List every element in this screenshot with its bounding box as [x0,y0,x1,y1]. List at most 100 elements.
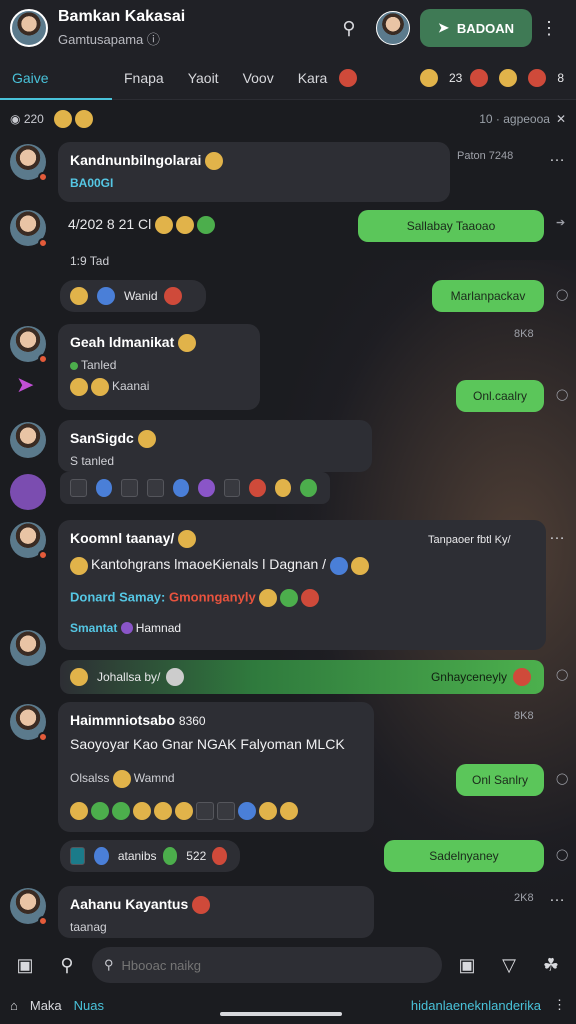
message-input[interactable] [121,957,430,973]
avatar[interactable] [10,474,46,510]
message-sub: taanag [70,920,107,935]
message-bubble[interactable]: Kandnunbilngolarai BA00GI [58,142,450,202]
emoji-icon [197,216,216,235]
message-meta: 2K8 [514,892,534,904]
header-action-label: BADOAN [456,20,514,36]
tab-badge-count: 23 [448,70,463,85]
outgoing-message[interactable]: Sadelnyaney [384,840,544,872]
reaction-icon [470,68,489,87]
bottom-left2-label[interactable]: Nuas [74,998,104,1013]
avatar[interactable] [10,522,48,560]
bag-icon[interactable]: ☘ [534,948,568,982]
message-line: 4/202 8 21 Cl [68,216,218,235]
message-author: SanSigdc [70,430,360,449]
status-icon: ◯ [556,849,569,861]
avatar[interactable] [10,144,48,182]
emoji-strip [70,802,362,821]
status-left-count: 220 [23,112,44,126]
close-icon[interactable]: ✕ [556,112,566,126]
image-icon[interactable]: ▣ [450,948,484,982]
bottom-nav: ⌂ Maka Nuas hidanlaeneknlanderika ⋮ [0,986,576,1024]
emoji-icon [74,110,93,128]
tab-badges: 23 8 [419,68,576,87]
avatar[interactable] [10,422,46,458]
message-inner: Kaanai [70,378,248,397]
more-icon[interactable]: … [549,148,566,166]
message-input-box[interactable]: ⚲ [92,947,442,983]
emoji-icon [178,334,197,353]
heart-icon [419,68,438,87]
avatar[interactable] [10,326,48,364]
search-icon: ⚲ [104,957,114,972]
chat-list: Kandnunbilngolarai BA00GI Paton 7248 … 4… [0,136,576,944]
message-sub: Tanled [70,358,248,372]
message-meta: Tanpaoer fbtl Ky/ [428,534,511,546]
avatar[interactable] [10,210,48,248]
message-bar-left: Johallsa by/ [97,670,161,684]
status-icon: ◯ [556,289,569,301]
message-tag: BA00GI [70,176,114,191]
tab-4[interactable]: Kara [286,56,340,100]
reaction-chip[interactable]: Wanid [60,280,206,312]
message-bubble[interactable]: SanSigdc S tanled [58,420,372,472]
pin-icon: ➤ [16,372,35,397]
shield-icon[interactable]: ▽ [492,948,526,982]
chat-title: Bamkan Kakasai [58,8,186,25]
home-icon[interactable]: ⌂ [10,998,18,1013]
emoji-icon [70,668,88,686]
tab-emoji-icon [339,68,358,87]
reaction-chip-label: atanibs [117,849,157,863]
tab-2[interactable]: Yaoit [176,56,231,100]
emoji-icon [70,287,88,305]
avatar[interactable] [10,630,46,666]
composer: ▣ ⚲ ⚲ ▣ ▽ ☘ [0,944,576,986]
tab-1[interactable]: Fnapa [112,56,176,100]
message-sub: 1:9 Tad [70,254,110,268]
message-bubble[interactable]: Haimmniotsabo 8360 Saoyoyar Kao Gnar NGA… [58,702,374,832]
outgoing-message[interactable]: Onl.caalry [456,380,544,412]
emoji-icon [499,68,518,87]
more-icon[interactable]: ⋮ [553,997,566,1013]
avatar[interactable] [10,704,48,742]
message-text: Kantohgrans lmaoeKienals l Dagnan / [70,556,534,575]
chat-header: Bamkan Kakasai Gamtusapama ⓘ ⚲ ➤ BADOAN … [0,0,576,56]
message-author: Aahanu Kayantus [70,896,362,915]
more-icon[interactable]: … [549,526,566,544]
outgoing-message[interactable]: Sallabay Taaoao [358,210,544,242]
outgoing-message[interactable]: Onl Sanlry [456,764,544,796]
emoji-icon [205,152,224,171]
message-bubble[interactable]: Aahanu Kayantus taanag [58,886,374,938]
reply-icon[interactable]: ➔ [556,216,565,229]
emoji-icon [137,430,156,449]
emoji-icon [97,287,115,305]
message-text: Donard Samay: Gmonnganyly [70,588,534,607]
message-bubble[interactable]: Geah ldmanikat Tanled Kaanai [58,324,260,410]
tab-3[interactable]: Voov [231,56,286,100]
header-action-button[interactable]: ➤ BADOAN [420,9,532,47]
reaction-chip[interactable]: atanibs 522 [60,840,240,872]
search-icon[interactable]: ⚲ [332,11,366,45]
emoji-strip[interactable] [60,472,330,504]
emoji-icon [53,110,72,128]
outgoing-message[interactable]: Marlanpackav [432,280,544,312]
pin-icon: ➤ [438,20,449,35]
group-avatar[interactable] [10,9,48,47]
message-author: Haimmniotsabo 8360 [70,712,206,728]
camera-icon[interactable]: ▣ [8,948,42,982]
more-icon[interactable]: … [549,888,566,906]
chat-subtitle-text: Gamtusapama [58,32,144,47]
avatar[interactable] [10,888,48,926]
message-meta: 8K8 [514,328,534,340]
bottom-left-label[interactable]: Maka [30,998,62,1013]
bottom-right-label[interactable]: hidanlaeneknlanderika [411,998,541,1013]
info-icon[interactable]: ⓘ [147,32,160,47]
tab-0[interactable]: Gaive [0,56,112,100]
attach-icon[interactable]: ⚲ [50,948,84,982]
message-text: Smantat Hamnad [70,620,182,635]
more-icon[interactable]: ⋮ [532,11,566,45]
user-avatar[interactable] [376,11,410,45]
message-bar[interactable]: Johallsa by/ Gnhayceneyly [60,660,544,694]
message-text: Saoyoyar Kao Gnar NGAK Falyoman MLCK [70,736,345,752]
title-block[interactable]: Bamkan Kakasai Gamtusapama ⓘ [58,8,332,48]
emoji-icon [178,530,197,549]
